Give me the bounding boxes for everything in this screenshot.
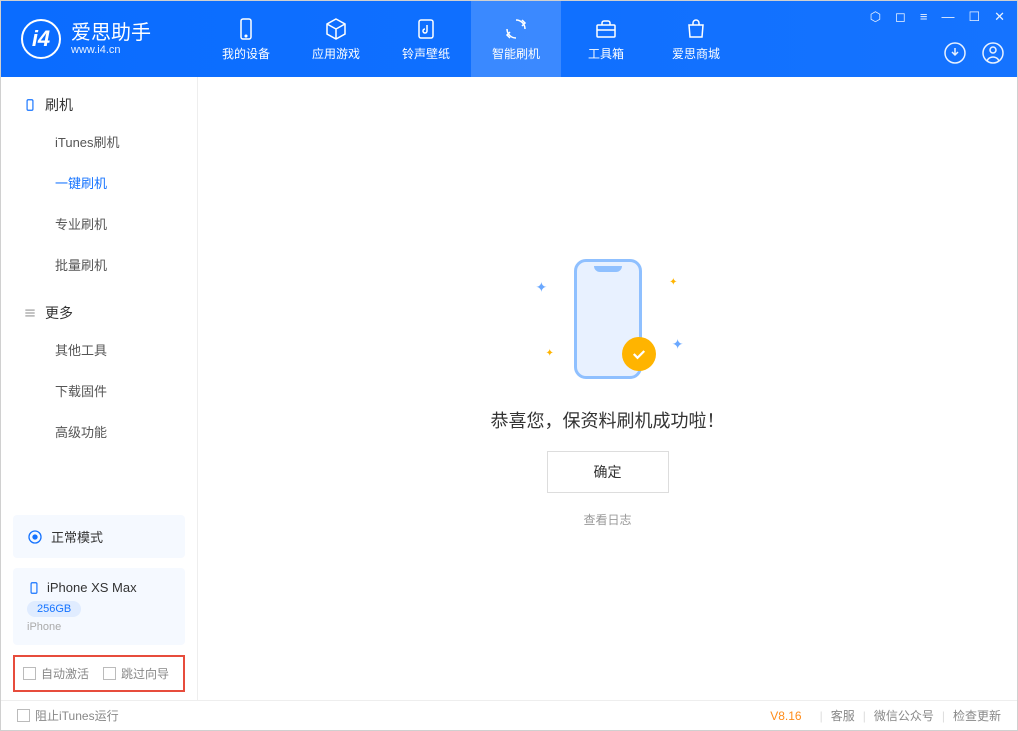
success-message: 恭喜您，保资料刷机成功啦！: [491, 407, 725, 433]
list-icon: [23, 306, 37, 320]
header: i4 爱思助手 www.i4.cn 我的设备 应用游戏 铃声壁纸 智能刷机 工具…: [1, 1, 1017, 77]
sparkle-icon: ✦: [669, 277, 677, 288]
sidebar-item-oneclick-flash[interactable]: 一键刷机: [1, 162, 197, 203]
sidebar-item-advanced[interactable]: 高级功能: [1, 411, 197, 452]
minimize-icon[interactable]: —: [941, 9, 954, 25]
download-icon[interactable]: [943, 41, 967, 65]
checkbox-box-icon: [17, 709, 30, 722]
footer-link-wechat[interactable]: 微信公众号: [874, 707, 934, 724]
device-type: iPhone: [27, 621, 171, 633]
confirm-button[interactable]: 确定: [547, 451, 669, 493]
view-log-link[interactable]: 查看日志: [583, 511, 631, 528]
checkbox-skip-guide[interactable]: 跳过向导: [103, 665, 169, 682]
bag-icon: [684, 17, 708, 41]
logo-icon: i4: [21, 19, 61, 59]
mode-icon: [27, 529, 43, 545]
phone-icon: [234, 17, 258, 41]
tab-flash[interactable]: 智能刷机: [471, 1, 561, 77]
checkbox-block-itunes[interactable]: 阻止iTunes运行: [17, 707, 119, 724]
music-icon: [414, 17, 438, 41]
logo: i4 爱思助手 www.i4.cn: [1, 19, 201, 59]
phone-small-icon: [27, 581, 41, 595]
header-right: ⬡ ◻ ≡ — ☐ ✕: [870, 1, 1005, 77]
device-storage: 256GB: [27, 601, 81, 617]
checkbox-auto-activate[interactable]: 自动激活: [23, 665, 89, 682]
sidebar-section-flash: 刷机: [1, 77, 197, 121]
tab-ringtone[interactable]: 铃声壁纸: [381, 1, 471, 77]
app-title: 爱思助手: [71, 22, 151, 44]
sidebar-bottom: 正常模式 iPhone XS Max 256GB iPhone 自动激活 跳过: [1, 505, 197, 700]
sidebar-item-download-firmware[interactable]: 下载固件: [1, 370, 197, 411]
device-info-card: iPhone XS Max 256GB iPhone: [13, 568, 185, 645]
refresh-icon: [504, 17, 528, 41]
window-controls: ⬡ ◻ ≡ — ☐ ✕: [870, 9, 1005, 25]
check-icon: [622, 337, 656, 371]
main-content: ✦ ✦ ✦ ✦ 恭喜您，保资料刷机成功啦！ 确定 查看日志: [198, 77, 1017, 700]
footer-right: V8.16 | 客服 | 微信公众号 | 检查更新: [770, 707, 1001, 724]
user-controls: [943, 41, 1005, 65]
tab-toolbox[interactable]: 工具箱: [561, 1, 651, 77]
close-icon[interactable]: ✕: [994, 9, 1005, 25]
sidebar-item-pro-flash[interactable]: 专业刷机: [1, 203, 197, 244]
user-icon[interactable]: [981, 41, 1005, 65]
app-url: www.i4.cn: [71, 44, 151, 56]
sidebar-item-itunes-flash[interactable]: iTunes刷机: [1, 121, 197, 162]
tab-store[interactable]: 爱思商城: [651, 1, 741, 77]
layout: 刷机 iTunes刷机 一键刷机 专业刷机 批量刷机 更多 其他工具 下载固件 …: [1, 77, 1017, 700]
sparkle-icon: ✦: [546, 348, 554, 359]
sparkle-icon: ✦: [672, 336, 684, 353]
device-icon: [23, 98, 37, 112]
nav-tabs: 我的设备 应用游戏 铃声壁纸 智能刷机 工具箱 爱思商城: [201, 1, 741, 77]
device-name-label: iPhone XS Max: [47, 580, 137, 595]
device-mode-card: 正常模式: [13, 515, 185, 558]
toolbox-icon: [594, 17, 618, 41]
tab-my-device[interactable]: 我的设备: [201, 1, 291, 77]
footer-link-update[interactable]: 检查更新: [953, 707, 1001, 724]
checkbox-box-icon: [23, 667, 36, 680]
sidebar: 刷机 iTunes刷机 一键刷机 专业刷机 批量刷机 更多 其他工具 下载固件 …: [1, 77, 198, 700]
sidebar-item-other-tools[interactable]: 其他工具: [1, 329, 197, 370]
menu-icon[interactable]: ≡: [920, 9, 928, 25]
shirt-icon[interactable]: ⬡: [870, 9, 881, 25]
sparkle-icon: ✦: [536, 279, 548, 296]
checkbox-box-icon: [103, 667, 116, 680]
maximize-icon[interactable]: ☐: [968, 9, 980, 25]
footer: 阻止iTunes运行 V8.16 | 客服 | 微信公众号 | 检查更新: [1, 700, 1017, 730]
device-mode-label: 正常模式: [51, 527, 103, 546]
tab-apps[interactable]: 应用游戏: [291, 1, 381, 77]
success-illustration: ✦ ✦ ✦ ✦: [518, 249, 698, 389]
footer-link-support[interactable]: 客服: [831, 707, 855, 724]
lock-icon[interactable]: ◻: [895, 9, 906, 25]
version-label: V8.16: [770, 709, 801, 723]
checkbox-highlight: 自动激活 跳过向导: [13, 655, 185, 692]
sidebar-section-more: 更多: [1, 285, 197, 329]
sidebar-item-batch-flash[interactable]: 批量刷机: [1, 244, 197, 285]
cube-icon: [324, 17, 348, 41]
